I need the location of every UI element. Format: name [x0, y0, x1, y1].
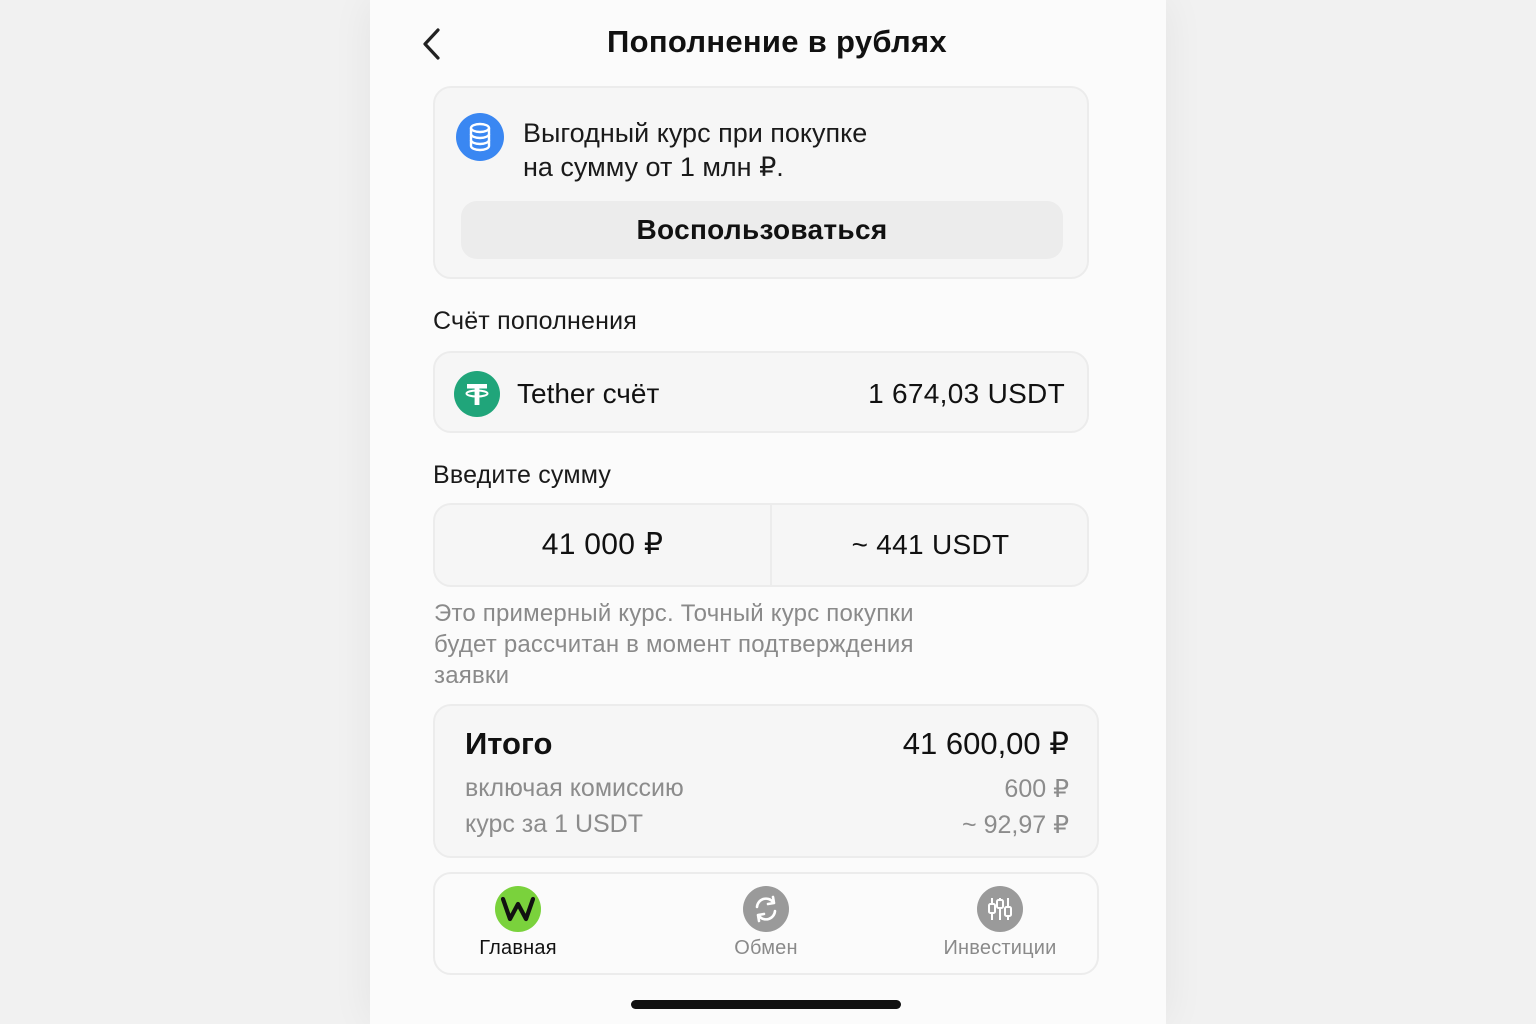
fee-label: включая комиссию [465, 774, 684, 802]
tether-icon [454, 371, 500, 417]
total-row: Итого 41 600,00 ₽ [465, 726, 1069, 762]
rate-hint: Это примерный курс. Точный курс покупки … [434, 598, 994, 691]
nav-label-exchange: Обмен [734, 937, 798, 959]
home-indicator [631, 1000, 901, 1009]
exchange-icon [743, 886, 789, 932]
amount-section-label: Введите сумму [433, 461, 612, 489]
nav-label-investments: Инвестиции [943, 937, 1057, 959]
rate-row: курс за 1 USDT ~ 92,97 ₽ [465, 810, 1069, 840]
promo-text-line2: на сумму от 1 млн ₽. [523, 152, 784, 182]
promo-card: Выгодный курс при покупке на сумму от 1 … [433, 86, 1089, 279]
hint-line2: будет рассчитан в момент подтверждения [434, 631, 914, 658]
nav-item-exchange[interactable]: Обмен [676, 886, 856, 960]
nav-label-home: Главная [479, 937, 557, 959]
bottom-nav: Главная Обмен Инвестиции [433, 872, 1099, 975]
account-name: Tether счёт [517, 378, 660, 409]
fee-row: включая комиссию 600 ₽ [465, 774, 1069, 804]
account-section-label: Счёт пополнения [433, 307, 638, 335]
rate-label: курс за 1 USDT [465, 810, 644, 838]
nav-item-investments[interactable]: Инвестиции [910, 886, 1090, 960]
total-label: Итого [465, 726, 553, 761]
promo-text: Выгодный курс при покупке на сумму от 1 … [523, 116, 943, 184]
rate-value: ~ 92,97 ₽ [962, 811, 1069, 839]
nav-item-home[interactable]: Главная [428, 886, 608, 960]
hint-line1: Это примерный курс. Точный курс покупки [434, 600, 914, 627]
phone-screen: Пополнение в рублях Выгодный курс при по… [370, 0, 1166, 1024]
header: Пополнение в рублях [370, 0, 1166, 90]
total-value: 41 600,00 ₽ [902, 726, 1069, 761]
account-balance: 1 674,03 USDT [868, 378, 1065, 409]
account-selector[interactable]: Tether счёт 1 674,03 USDT [433, 351, 1089, 433]
usdt-amount-field[interactable]: ~ 441 USDT [772, 505, 1089, 585]
page-title: Пополнение в рублях [607, 24, 947, 59]
total-card: Итого 41 600,00 ₽ включая комиссию 600 ₽… [433, 704, 1099, 858]
hint-line3: заявки [434, 662, 510, 689]
coins-icon [456, 113, 504, 161]
fee-value: 600 ₽ [1004, 775, 1069, 803]
w-logo-icon [495, 886, 541, 932]
amount-input-group: 41 000 ₽ ~ 441 USDT [433, 503, 1089, 587]
investments-icon [977, 886, 1023, 932]
use-offer-button[interactable]: Воспользоваться [461, 201, 1063, 259]
rub-amount-field[interactable]: 41 000 ₽ [435, 505, 770, 585]
promo-text-line1: Выгодный курс при покупке [523, 118, 868, 148]
